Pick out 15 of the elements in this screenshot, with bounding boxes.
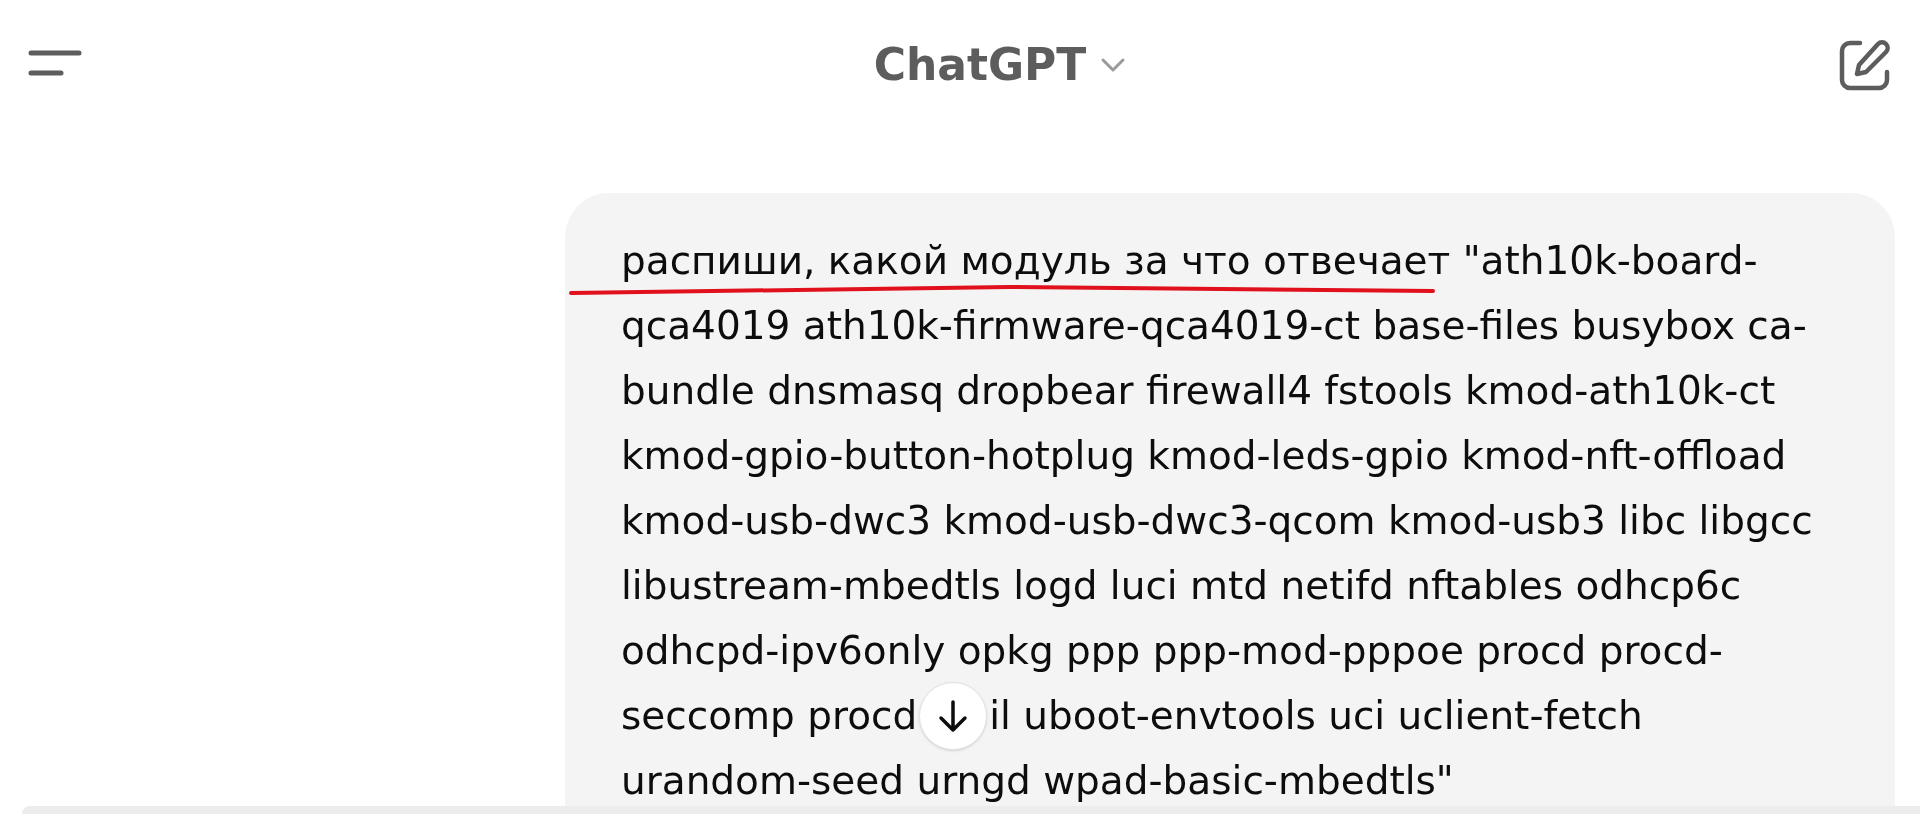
arrow-down-icon [938,698,969,733]
message-text: распиши, какой модуль за что отвечает "ath10k-board- [621,241,1758,280]
message-text: bundle dnsmasq dropbear firewall4 fstools kmod-ath10k-ct [621,371,1776,410]
message-text: kmod-usb-dwc3 kmod-usb-dwc3-qcom kmod-usb3 libc libgcc [621,501,1813,540]
message-text: libustream-mbedtls logd luci mtd netifd nftables odhcp6c [621,566,1742,605]
message-text: seccomp procd [621,696,918,735]
menu-icon[interactable] [28,48,82,78]
chevron-down-icon [1100,57,1127,73]
edit-icon[interactable] [1838,38,1892,92]
message-text: kmod-gpio-button-hotplug kmod-leds-gpio kmod-nft-offload [621,436,1787,475]
message-text: il uboot-envtools uci uclient-fetch [989,696,1643,735]
message-text: qca4019 ath10k-firmware-qca4019-ct base-files busybox ca- [621,306,1807,345]
message-text: odhcpd-ipv6only opkg ppp ppp-mod-pppoe procd procd- [621,631,1723,670]
model-selector[interactable]: ChatGPT [873,32,1127,98]
message-text: urandom-seed urngd wpad-basic-mbedtls" [621,761,1454,800]
